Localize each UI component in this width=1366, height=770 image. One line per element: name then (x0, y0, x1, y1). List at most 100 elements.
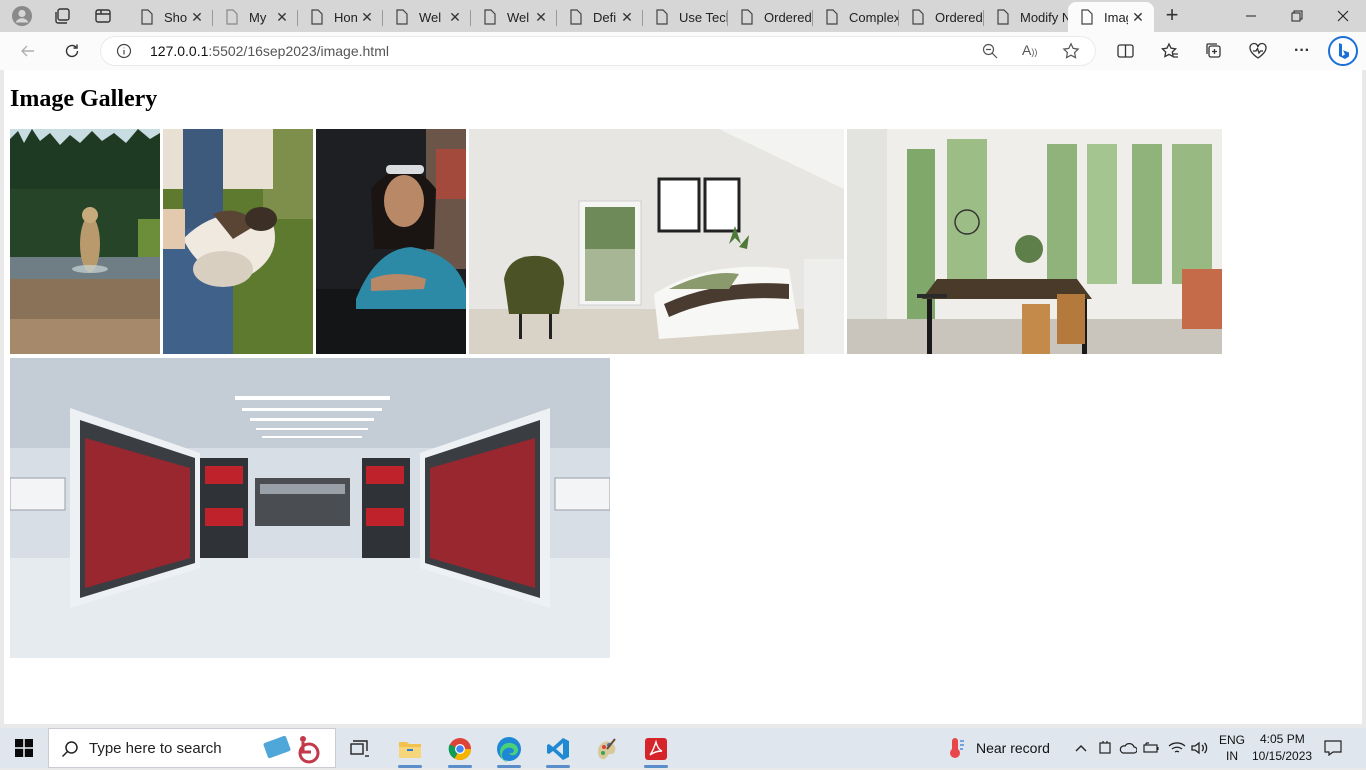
collections-icon[interactable] (1200, 38, 1228, 64)
page-icon (1081, 9, 1093, 25)
weather-thermometer-icon[interactable] (946, 737, 966, 764)
browser-tab[interactable]: Ordered (899, 2, 984, 32)
close-tab-icon[interactable]: ✕ (272, 7, 292, 27)
close-tab-icon[interactable]: ✕ (445, 7, 465, 27)
goat-image (163, 129, 313, 354)
search-placeholder: Type here to search (89, 740, 222, 757)
tab-strip: Sho ✕ My ✕ Hon ✕ Wel ✕ Wel ✕ Defi ✕ Use … (0, 0, 1366, 32)
close-tab-icon[interactable]: ✕ (617, 7, 637, 27)
close-tab-icon[interactable]: ✕ (531, 7, 551, 27)
volume-icon[interactable] (1190, 738, 1210, 758)
vscode-icon[interactable] (538, 732, 578, 768)
tab-title: Complex (849, 9, 899, 25)
bedroom-image (469, 129, 844, 354)
language-indicator[interactable]: ENG (1219, 733, 1245, 747)
browser-tab[interactable]: Modify N (984, 2, 1068, 32)
chrome-icon[interactable] (440, 732, 480, 768)
dining-room-image (847, 129, 1222, 354)
tab-actions-icon[interactable] (91, 4, 115, 28)
close-tab-icon[interactable]: ✕ (357, 7, 377, 27)
close-tab-icon[interactable]: ✕ (1128, 7, 1148, 27)
acrobat-icon[interactable] (636, 732, 676, 768)
gallery-image[interactable] (316, 129, 466, 354)
address-bar[interactable]: 127.0.0.1:5502/16sep2023/image.html A)) (100, 36, 1096, 66)
browser-tab[interactable]: My ✕ (213, 2, 298, 32)
wifi-icon[interactable] (1167, 738, 1187, 758)
split-screen-icon[interactable] (1111, 38, 1139, 64)
close-tab-icon[interactable]: ✕ (187, 7, 207, 27)
site-info-icon[interactable] (116, 43, 132, 64)
taskbar-search-box[interactable]: Type here to search (48, 728, 336, 768)
page-title: Image Gallery (10, 86, 158, 112)
browser-tab[interactable]: Defi ✕ (557, 2, 643, 32)
back-arrow-icon[interactable] (14, 38, 42, 64)
read-aloud-icon[interactable]: A)) (1022, 42, 1037, 58)
edge-icon[interactable] (489, 732, 529, 768)
gallery-image[interactable] (847, 129, 1222, 354)
show-hidden-icons-chevron-up-icon[interactable] (1071, 738, 1091, 758)
browser-tab[interactable]: Use Tech (643, 2, 728, 32)
gallery-image[interactable] (469, 129, 844, 354)
browser-tab[interactable]: Ordered (728, 2, 813, 32)
page-icon (226, 9, 238, 25)
windows-start-icon[interactable] (0, 728, 48, 768)
browser-tab-active[interactable]: Imag ✕ (1068, 2, 1154, 32)
new-tab-button[interactable]: + (1160, 4, 1184, 28)
page-icon (570, 9, 582, 25)
browser-tab[interactable]: Hon ✕ (298, 2, 383, 32)
clock-time[interactable]: 4:05 PM (1260, 732, 1305, 746)
page-icon (311, 9, 323, 25)
copilot-icon[interactable] (1327, 36, 1359, 66)
tab-title: Sho (164, 9, 187, 25)
file-explorer-icon[interactable] (390, 732, 430, 768)
browser-tab[interactable]: Sho ✕ (128, 2, 213, 32)
tab-title: Imag (1104, 9, 1128, 25)
tab-title: Use Tech (679, 9, 728, 25)
library-image (10, 358, 610, 658)
meet-now-icon[interactable] (1095, 738, 1115, 758)
tab-title: Wel (507, 9, 530, 25)
notifications-icon[interactable] (1323, 738, 1343, 758)
url-host: 127.0.0.1 (150, 43, 209, 59)
page-icon (741, 9, 753, 25)
zoom-out-icon[interactable] (982, 43, 998, 64)
gallery-image[interactable] (163, 129, 313, 354)
task-view-icon[interactable] (340, 732, 380, 766)
page-icon (396, 9, 408, 25)
tab-title: Ordered (764, 9, 812, 25)
more-options-icon[interactable]: ··· (1288, 38, 1316, 64)
gallery-image[interactable] (10, 358, 610, 658)
restore-icon[interactable] (1274, 0, 1320, 32)
page-icon (997, 9, 1009, 25)
page-viewport: Image Gallery (4, 70, 1362, 724)
weather-text[interactable]: Near record (976, 740, 1050, 756)
browser-tab[interactable]: Wel ✕ (471, 2, 557, 32)
page-icon (912, 9, 924, 25)
favorites-icon[interactable] (1156, 38, 1184, 64)
browser-essentials-icon[interactable] (1244, 38, 1272, 64)
minimize-icon[interactable] (1228, 0, 1274, 32)
browser-tab[interactable]: Wel ✕ (383, 2, 471, 32)
refresh-icon[interactable] (58, 38, 86, 64)
search-icon (61, 740, 79, 763)
paint-icon[interactable] (587, 732, 627, 766)
url-path: :5502/16sep2023/image.html (208, 43, 389, 59)
tab-title: My (249, 9, 267, 25)
clock-date[interactable]: 10/15/2023 (1252, 749, 1312, 763)
workspaces-icon[interactable] (50, 4, 74, 28)
browser-tab[interactable]: Complex (813, 2, 899, 32)
page-icon (484, 9, 496, 25)
tab-title: Defi (593, 9, 617, 25)
search-highlight-icon[interactable] (263, 733, 325, 770)
gallery-image[interactable] (10, 129, 160, 354)
close-window-icon[interactable] (1320, 0, 1366, 32)
url-text[interactable]: 127.0.0.1:5502/16sep2023/image.html (150, 43, 389, 59)
favorite-star-icon[interactable] (1062, 42, 1080, 65)
page-icon (656, 9, 668, 25)
woman-portrait-image (316, 129, 466, 354)
page-icon (826, 9, 838, 25)
onedrive-cloud-icon[interactable] (1118, 738, 1138, 758)
tab-title: Ordered (935, 9, 983, 25)
profile-avatar-icon[interactable] (10, 4, 34, 28)
battery-icon[interactable] (1142, 738, 1162, 758)
